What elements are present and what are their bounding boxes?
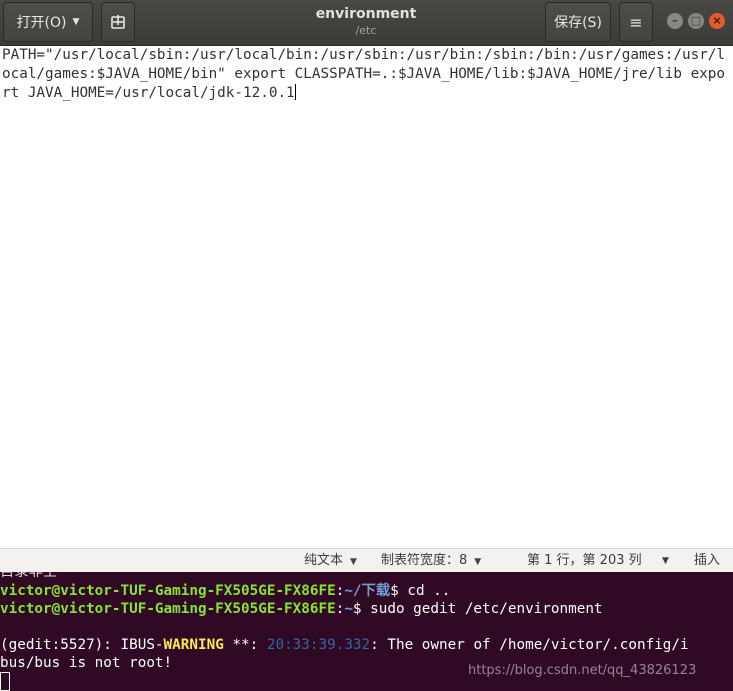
open-button[interactable]: 打开(O) ▼	[3, 2, 93, 42]
warning-prefix: (gedit:5527): IBUS-	[0, 637, 164, 653]
header-bar: 打开(O) ▼ environment /etc 保存(S) ≡ – □ ×	[0, 0, 733, 46]
hamburger-menu-icon: ≡	[629, 12, 643, 32]
terminal-clipped-line: 目录非空	[0, 572, 58, 580]
cursor-position-label: 第 1 行，第 203 列	[527, 553, 642, 568]
cursor-position[interactable]: 第 1 行，第 203 列	[527, 552, 642, 570]
terminal-line: victor@victor-TUF-Gaming-FX505GE-FX86FE:…	[0, 600, 603, 618]
chevron-down-icon: ▼	[662, 556, 669, 566]
minimize-button[interactable]: –	[667, 13, 683, 29]
insert-mode[interactable]: 插入	[694, 552, 720, 570]
minimize-icon: –	[672, 14, 678, 27]
editor-text: PATH="/usr/local/sbin:/usr/local/bin:/us…	[2, 47, 726, 101]
terminal-line: bus/bus is not root!	[0, 655, 173, 671]
terminal-command: $ sudo gedit /etc/environment	[352, 601, 603, 617]
syntax-selector[interactable]: 纯文本 ▼	[304, 552, 357, 571]
insert-mode-label: 插入	[694, 553, 721, 568]
text-editor[interactable]: PATH="/usr/local/sbin:/usr/local/bin:/us…	[0, 46, 733, 548]
save-button[interactable]: 保存(S)	[545, 2, 611, 42]
tab-width-label: 制表符宽度：8	[381, 553, 468, 568]
prompt-path: ~/下载	[344, 583, 391, 599]
new-document-button[interactable]	[101, 2, 135, 42]
terminal-command: $ cd ..	[390, 583, 451, 599]
tab-width-selector[interactable]: 制表符宽度：8 ▼	[381, 552, 481, 571]
text-cursor	[294, 84, 296, 100]
new-document-icon	[111, 15, 125, 29]
terminal-line: (gedit:5527): IBUS-WARNING **: 20:33:39.…	[0, 636, 689, 654]
position-dropdown[interactable]: ▼	[662, 552, 669, 570]
status-bar: 纯文本 ▼ 制表符宽度：8 ▼ 第 1 行，第 203 列 ▼ 插入	[0, 548, 733, 572]
terminal-line: victor@victor-TUF-Gaming-FX505GE-FX86FE:…	[0, 582, 450, 600]
warning-mid: **:	[223, 637, 267, 653]
prompt-user: victor@victor-TUF-Gaming-FX505GE-FX86FE	[0, 583, 336, 599]
open-button-label: 打开(O)	[16, 15, 67, 31]
chevron-down-icon: ▼	[350, 557, 357, 567]
close-button[interactable]: ×	[709, 13, 725, 29]
prompt-user: victor@victor-TUF-Gaming-FX505GE-FX86FE	[0, 601, 336, 617]
warning-message: : The owner of /home/victor/.config/i	[370, 637, 689, 653]
editor-content[interactable]: PATH="/usr/local/sbin:/usr/local/bin:/us…	[2, 46, 732, 103]
warning-label: WARNING	[163, 637, 224, 653]
chevron-down-icon: ▼	[474, 557, 482, 567]
chevron-down-icon: ▼	[72, 17, 80, 27]
syntax-label: 纯文本	[304, 553, 344, 568]
warning-time: 20:33:39.332	[266, 637, 371, 653]
terminal-cursor	[0, 672, 10, 691]
save-button-label: 保存(S)	[554, 15, 602, 31]
watermark-text: https://blog.csdn.net/qq_43826123	[468, 663, 697, 678]
terminal[interactable]: 目录非空 victor@victor-TUF-Gaming-FX505GE-FX…	[0, 572, 733, 691]
prompt-path: ~	[344, 601, 353, 617]
window-title: environment	[315, 6, 417, 22]
maximize-icon: □	[690, 14, 702, 27]
window-subtitle: /etc	[355, 24, 377, 37]
window-title-area: environment /etc	[240, 6, 492, 38]
menu-button[interactable]: ≡	[619, 2, 653, 42]
close-icon: ×	[712, 14, 722, 27]
maximize-button[interactable]: □	[688, 13, 704, 29]
